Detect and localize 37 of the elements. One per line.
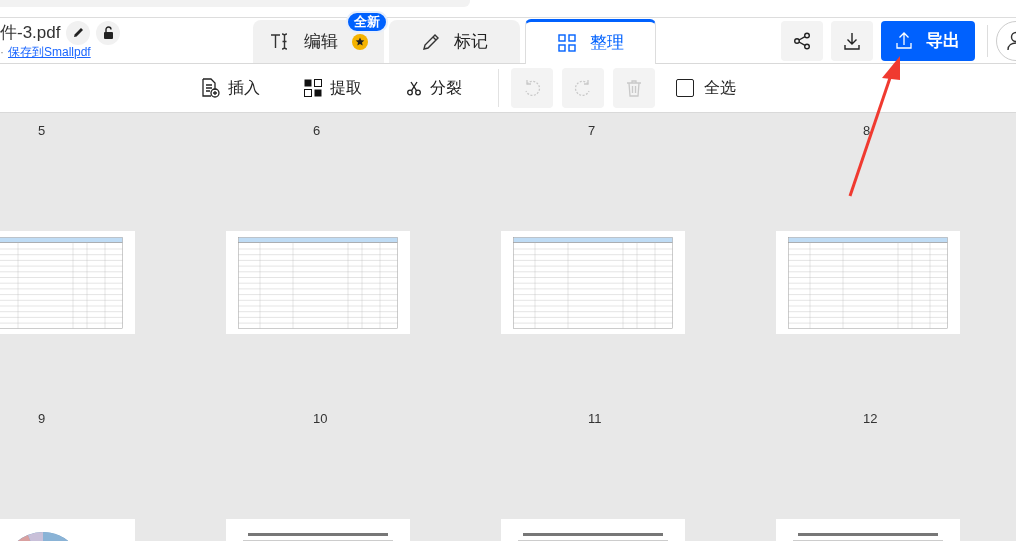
redo-icon — [574, 79, 592, 97]
file-meta: · — [0, 44, 4, 62]
lock-button[interactable] — [96, 20, 121, 45]
page-number: 7 — [588, 123, 596, 139]
toolbar-button[interactable]: 插入 — [198, 68, 262, 108]
file-name: 件-3.pdf — [0, 21, 61, 44]
text-cursor-icon — [269, 32, 290, 51]
tab[interactable]: 整理 — [525, 19, 656, 64]
document-plus-icon — [200, 78, 220, 98]
trash-icon — [626, 79, 642, 97]
upload-icon — [896, 32, 912, 49]
pencil-icon — [73, 27, 84, 38]
export-button[interactable]: 导出 — [881, 20, 975, 61]
page-number: 8 — [863, 123, 871, 139]
grid-icon — [304, 79, 322, 97]
grid-icon — [557, 34, 576, 52]
share-button[interactable] — [781, 20, 823, 61]
page-number: 12 — [863, 411, 878, 427]
pencil-icon — [421, 32, 440, 51]
page-number: 9 — [38, 411, 46, 427]
toolbar-button[interactable]: 提取 — [302, 68, 364, 108]
unlocked-padlock-icon — [103, 26, 114, 39]
undo-icon — [523, 79, 541, 97]
share-icon — [793, 31, 811, 50]
tab[interactable]: 标记 — [389, 20, 520, 63]
download-button[interactable] — [831, 20, 873, 61]
save-to-link[interactable]: 保存到Smallpdf — [8, 43, 91, 62]
page-number: 10 — [313, 411, 328, 427]
page-number: 6 — [313, 123, 321, 139]
download-icon — [843, 31, 861, 50]
page-number: 5 — [38, 123, 46, 139]
new-badge: 全新 — [346, 11, 388, 33]
scissors-icon — [406, 80, 422, 96]
rename-button[interactable] — [66, 20, 91, 45]
select-all-checkbox[interactable]: 全选 — [676, 76, 736, 100]
page-number: 11 — [588, 411, 602, 427]
toolbar-button[interactable]: 分裂 — [404, 68, 464, 108]
